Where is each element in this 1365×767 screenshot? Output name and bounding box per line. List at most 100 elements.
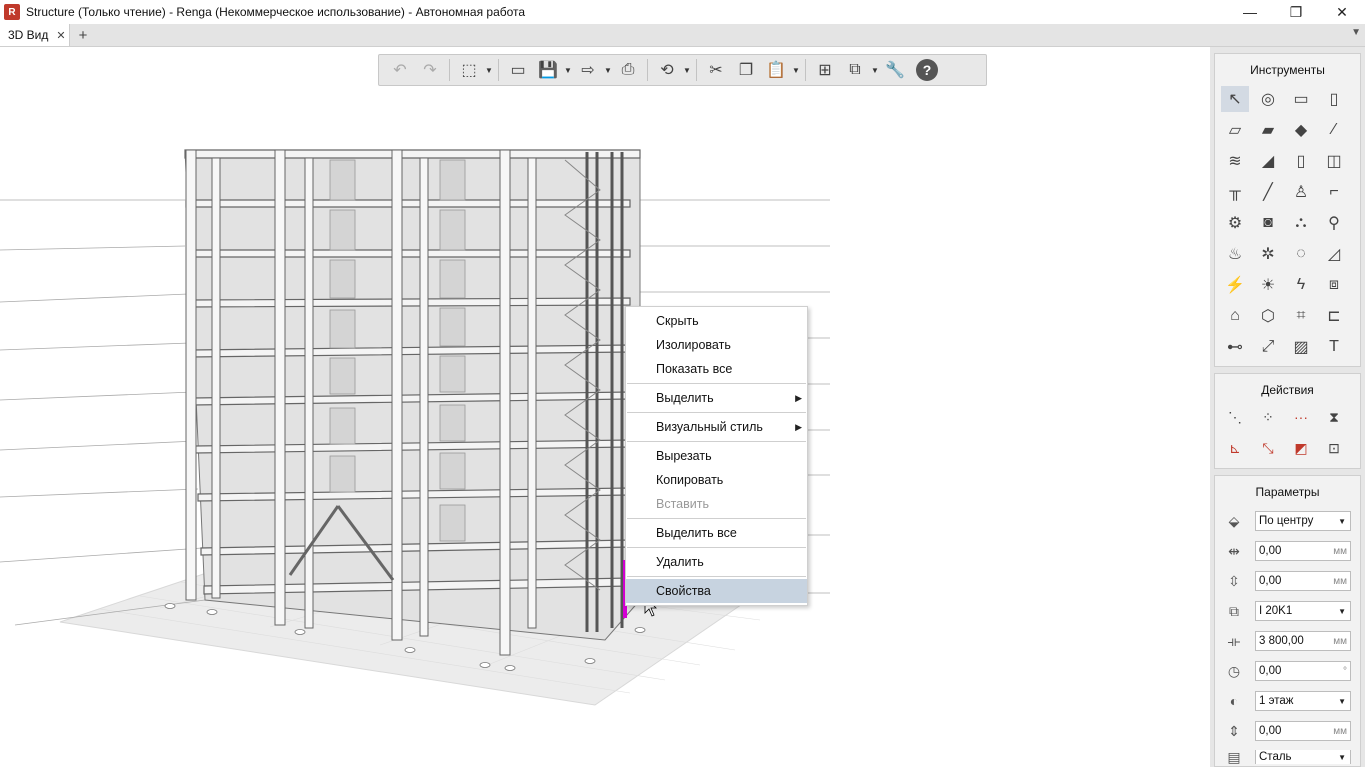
unit-label: мм — [1333, 725, 1347, 737]
connector-icon[interactable]: ⊏ — [1320, 303, 1348, 329]
mirror-icon[interactable]: ⧗ — [1320, 404, 1348, 430]
tab-close-icon[interactable]: ✕ — [56, 29, 65, 42]
menu-item-paste[interactable]: Вставить — [626, 492, 807, 516]
wall-icon[interactable]: ▭ — [1287, 86, 1315, 112]
menu-item-hide[interactable]: Скрыть — [626, 309, 807, 333]
fan-icon[interactable]: ✲ — [1254, 241, 1282, 267]
redo-icon[interactable]: ↷ — [415, 57, 445, 83]
washer-icon[interactable]: ◙ — [1254, 210, 1282, 236]
sync-icon[interactable]: ⟲ — [652, 57, 682, 83]
rotation-input[interactable]: 0,00 ° — [1255, 661, 1351, 681]
roof-icon[interactable]: ◆ — [1287, 117, 1315, 143]
length-row: ⟛ 3 800,00 мм — [1223, 630, 1356, 652]
copy-icon[interactable]: ❐ — [731, 57, 761, 83]
tab-list-dropdown[interactable]: ▼ — [1351, 27, 1361, 38]
profile-select[interactable]: I 20K1 ▼ — [1255, 601, 1351, 621]
offset-y-input[interactable]: 0,00 мм — [1255, 571, 1351, 591]
chevron-down-icon: ▼ — [1338, 606, 1346, 616]
alignment-select[interactable]: По центру ▼ — [1255, 511, 1351, 531]
minimize-button[interactable]: — — [1227, 0, 1273, 24]
project-structure-icon[interactable]: ⊞ — [810, 57, 840, 83]
close-button[interactable]: ✕ — [1319, 0, 1365, 24]
menu-item-delete[interactable]: Удалить — [626, 550, 807, 574]
elevation-input[interactable]: 0,00 мм — [1255, 721, 1351, 741]
save-dropdown-icon[interactable]: ▼ — [563, 57, 573, 83]
restore-button[interactable]: ❐ — [1273, 0, 1319, 24]
electric-line-icon[interactable]: ϟ — [1287, 272, 1315, 298]
paste-dropdown-icon[interactable]: ▼ — [791, 57, 801, 83]
line-icon[interactable]: ╱ — [1254, 179, 1282, 205]
menu-item-properties[interactable]: Свойства — [626, 579, 807, 603]
beam-icon[interactable]: ⁄ — [1320, 117, 1348, 143]
ramp-icon[interactable]: ◢ — [1254, 148, 1282, 174]
menu-item-show-all[interactable]: Показать все — [626, 357, 807, 381]
dimension-icon[interactable]: ⊷ — [1221, 334, 1249, 360]
view-cube-icon[interactable]: ⬚ — [454, 57, 484, 83]
sync-dropdown-icon[interactable]: ▼ — [682, 57, 692, 83]
save-icon[interactable]: 💾 — [533, 57, 563, 83]
open-folder-icon[interactable]: ▭ — [503, 57, 533, 83]
cut-icon[interactable]: ✂ — [701, 57, 731, 83]
duct-icon[interactable]: ⌐ — [1320, 179, 1348, 205]
valve-icon[interactable]: ⚲ — [1320, 210, 1348, 236]
offset-icon[interactable]: ◩ — [1287, 435, 1315, 461]
rebar-icon[interactable]: ⌗ — [1287, 303, 1315, 329]
wiring-icon[interactable]: ⚡ — [1221, 272, 1249, 298]
pipe-icon[interactable]: ◌ — [1287, 241, 1315, 267]
equipment-icon[interactable]: ⚙ — [1221, 210, 1249, 236]
paste-icon[interactable]: 📋 — [761, 57, 791, 83]
plumbing-fixture-icon[interactable]: ♙ — [1287, 179, 1315, 205]
opening-icon[interactable]: ▰ — [1254, 117, 1282, 143]
move-icon[interactable]: ⋱ — [1221, 404, 1249, 430]
hatch-icon[interactable]: ▨ — [1287, 334, 1315, 360]
element-icon[interactable]: ⬡ — [1254, 303, 1282, 329]
menu-item-copy[interactable]: Копировать — [626, 468, 807, 492]
column-icon[interactable]: ▯ — [1320, 86, 1348, 112]
door-icon[interactable]: ▯ — [1287, 148, 1315, 174]
floor-slab-icon[interactable]: ▱ — [1221, 117, 1249, 143]
export-icon[interactable]: ⇨ — [573, 57, 603, 83]
pump-icon[interactable]: ⛬ — [1287, 210, 1315, 236]
axis-icon[interactable]: ⤢ — [1254, 334, 1282, 360]
layers-icon[interactable]: ⧉ — [840, 57, 870, 83]
menu-item-select-all[interactable]: Выделить все — [626, 521, 807, 545]
room-icon[interactable]: ⌂ — [1221, 303, 1249, 329]
menu-item-cut[interactable]: Вырезать — [626, 444, 807, 468]
array-icon[interactable]: ··· — [1287, 404, 1315, 430]
rotate-icon[interactable]: ⁘ — [1254, 404, 1282, 430]
menu-item-select[interactable]: Выделить ▶ — [626, 386, 807, 410]
drain-icon[interactable]: ♨ — [1221, 241, 1249, 267]
layers-dropdown-icon[interactable]: ▼ — [870, 57, 880, 83]
pipe-fitting-icon[interactable]: ◿ — [1320, 241, 1348, 267]
3d-viewport[interactable] — [0, 47, 1210, 767]
split-icon[interactable]: ⊡ — [1320, 435, 1348, 461]
help-icon[interactable]: ? — [916, 59, 938, 81]
settings-wrench-icon[interactable]: 🔧 — [880, 57, 910, 83]
add-tab-button[interactable]: + — [72, 24, 94, 46]
right-sidebar: Инструменты ↖ ◎ ▭ ▯ ▱ ▰ ◆ ⁄ ≋ ◢ ▯ ◫ ╥ ╱ … — [1210, 47, 1365, 767]
view-dropdown-icon[interactable]: ▼ — [484, 57, 494, 83]
railing-icon[interactable]: ╥ — [1221, 179, 1249, 205]
building-model[interactable] — [0, 47, 1210, 767]
level-icon: ◐ — [1229, 693, 1239, 709]
unit-label: мм — [1333, 635, 1347, 647]
menu-item-visual-style[interactable]: Визуальный стиль ▶ — [626, 415, 807, 439]
extend-icon[interactable]: ⤡ — [1254, 435, 1282, 461]
assembly-icon[interactable]: ◎ — [1254, 86, 1282, 112]
light-icon[interactable]: ☀ — [1254, 272, 1282, 298]
stair-icon[interactable]: ≋ — [1221, 148, 1249, 174]
level-select[interactable]: 1 этаж ▼ — [1255, 691, 1351, 711]
offset-x-input[interactable]: 0,00 мм — [1255, 541, 1351, 561]
material-select[interactable]: Сталь ▼ — [1255, 750, 1351, 764]
trim-icon[interactable]: ⊾ — [1221, 435, 1249, 461]
length-input[interactable]: 3 800,00 мм — [1255, 631, 1351, 651]
panel-board-icon[interactable]: ⧈ — [1320, 272, 1348, 298]
menu-item-isolate[interactable]: Изолировать — [626, 333, 807, 357]
select-cursor-icon[interactable]: ↖ — [1221, 86, 1249, 112]
print-icon[interactable]: ⎙ — [613, 57, 643, 83]
window-icon[interactable]: ◫ — [1320, 148, 1348, 174]
export-dropdown-icon[interactable]: ▼ — [603, 57, 613, 83]
tab-3d-view[interactable]: 3D Вид ✕ — [0, 24, 70, 46]
text-tool-icon[interactable]: T — [1320, 334, 1348, 360]
undo-icon[interactable]: ↶ — [385, 57, 415, 83]
